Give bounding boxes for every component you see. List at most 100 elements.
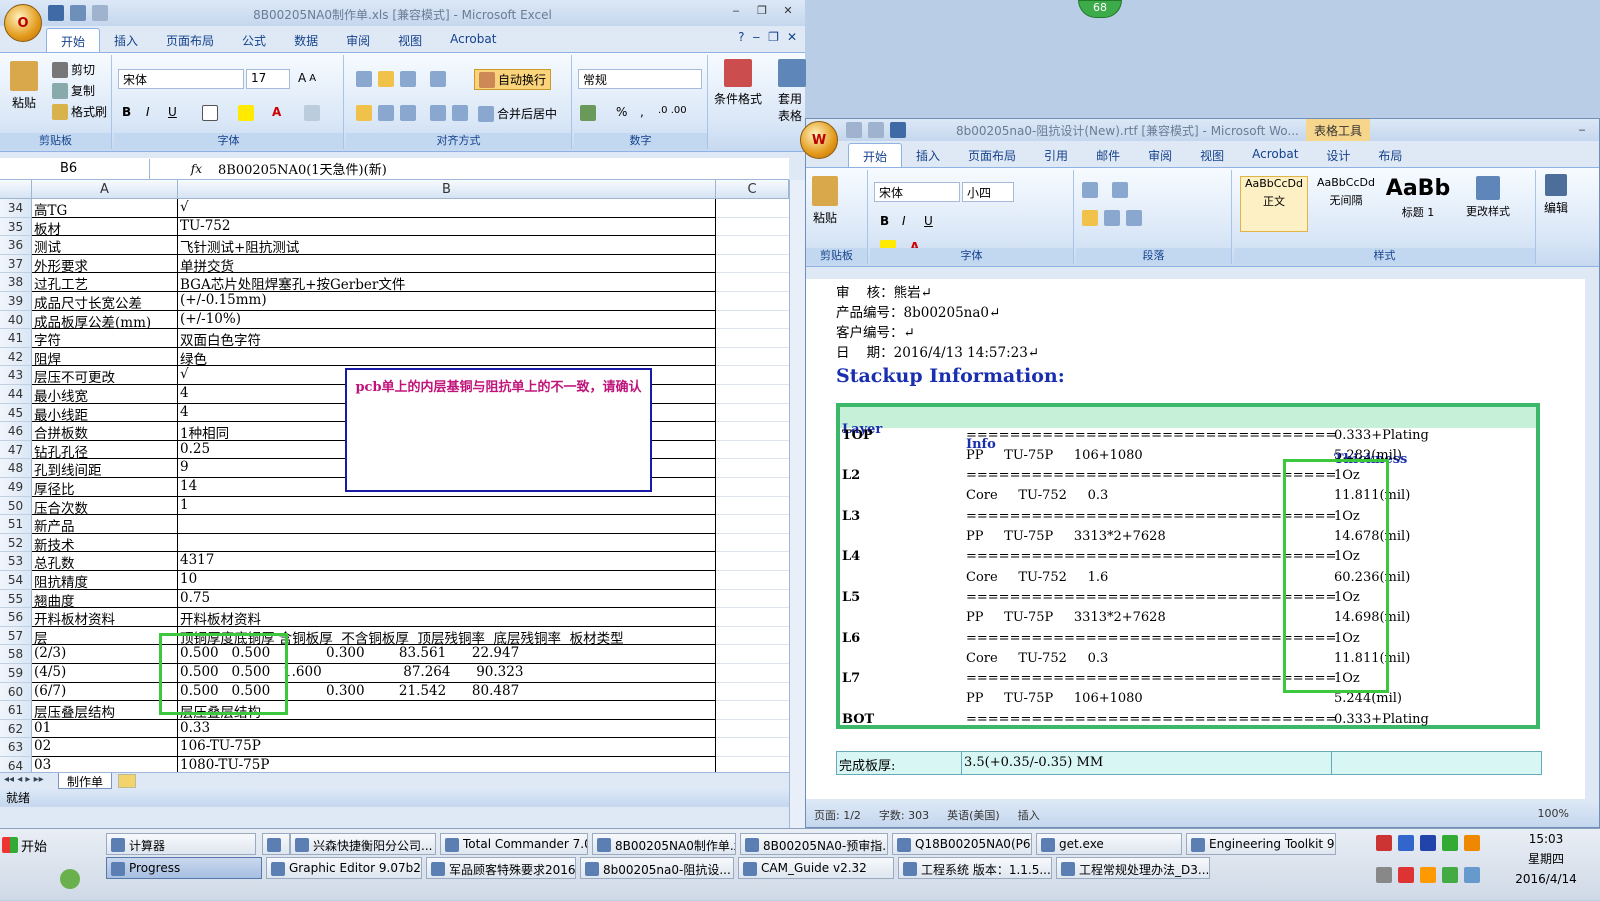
cell-c[interactable] <box>716 348 789 367</box>
word-tab-review[interactable]: 审阅 <box>1134 143 1186 169</box>
formula-input[interactable]: 8B00205NA0(1天急件)(新) <box>210 159 387 178</box>
ribbon-minimize-icon[interactable]: ‒ <box>753 30 761 44</box>
decimal-buttons[interactable]: .0 .00 <box>658 105 687 116</box>
numbering-icon[interactable] <box>1112 182 1128 198</box>
cell-a[interactable]: 新技术 <box>32 533 178 554</box>
cell-a[interactable]: (2/3) <box>32 645 178 664</box>
row-number[interactable]: 60 <box>0 682 32 702</box>
cell-c[interactable] <box>716 311 789 330</box>
column-header-b[interactable]: B <box>178 180 716 199</box>
cell-c[interactable] <box>716 683 789 702</box>
word-tab-acrobat[interactable]: Acrobat <box>1238 143 1312 169</box>
cell-a[interactable]: 阻焊 <box>32 347 178 368</box>
tray-app-icon[interactable] <box>1464 835 1480 851</box>
decrease-indent-icon[interactable] <box>430 105 446 121</box>
row-number[interactable]: 40 <box>0 310 32 330</box>
tab-insert[interactable]: 插入 <box>100 28 152 54</box>
format-as-table-button[interactable]: 套用表格 <box>778 59 806 124</box>
row-number[interactable]: 59 <box>0 664 32 683</box>
cell-a[interactable]: 层 <box>32 626 178 647</box>
merge-center-button[interactable]: 合并后居中 <box>478 105 557 122</box>
row-number[interactable]: 48 <box>0 459 32 478</box>
start-button[interactable]: 开始 <box>2 833 52 857</box>
row-number[interactable]: 35 <box>0 217 32 237</box>
cell-a[interactable]: 测试 <box>32 236 178 256</box>
cell-c[interactable] <box>716 571 789 590</box>
counter-badge[interactable]: 68 <box>1078 0 1122 18</box>
tray-bluetooth-icon[interactable] <box>1420 835 1436 851</box>
word-tab-design[interactable]: 设计 <box>1312 143 1364 169</box>
change-styles-button[interactable]: 更改样式 <box>1466 176 1510 219</box>
italic-button[interactable]: I <box>146 105 150 119</box>
cell-a[interactable]: 厚径比 <box>32 478 178 498</box>
tray-alert-icon[interactable] <box>1420 867 1436 883</box>
percent-button[interactable]: % <box>616 105 627 119</box>
word-tab-page-layout[interactable]: 页面布局 <box>954 143 1030 169</box>
taskbar-button[interactable] <box>262 833 290 855</box>
cell-a[interactable]: 孔到线间距 <box>32 459 178 479</box>
style-no-spacing[interactable]: AaBbCcDd 无间隔 <box>1312 176 1380 232</box>
taskbar-button[interactable]: get.exe <box>1036 833 1182 855</box>
cell-b[interactable]: (+/-0.15mm) <box>178 292 716 311</box>
row-number[interactable]: 55 <box>0 589 32 609</box>
copy-button[interactable]: 复制 <box>52 82 95 99</box>
tab-data[interactable]: 数据 <box>280 28 332 54</box>
cell-c[interactable] <box>716 385 789 404</box>
taskbar-button[interactable]: 计算器 <box>106 833 256 855</box>
taskbar-button[interactable]: Graphic Editor 9.07b2 (0... <box>266 857 422 879</box>
row-number[interactable]: 62 <box>0 719 32 739</box>
phonetic-button[interactable] <box>304 105 320 121</box>
cell-a[interactable]: 字符 <box>32 329 178 349</box>
tray-network-icon[interactable] <box>1398 835 1414 851</box>
row-number[interactable]: 58 <box>0 645 32 664</box>
taskbar-button[interactable]: 军品顾客特殊要求2016... <box>426 857 576 879</box>
row-number[interactable]: 54 <box>0 571 32 590</box>
restore-icon[interactable]: ❐ <box>768 30 779 44</box>
select-all-corner[interactable] <box>0 180 32 199</box>
cell-a[interactable]: 层压叠层结构 <box>32 701 178 721</box>
font-name-select[interactable]: 宋体 <box>118 69 244 89</box>
tray-close-icon[interactable] <box>1376 835 1392 851</box>
fill-color-button[interactable] <box>238 105 254 121</box>
row-number[interactable]: 64 <box>0 757 32 772</box>
cell-b[interactable]: 4317 <box>178 552 716 571</box>
cell-a[interactable]: 成品板厚公差(mm) <box>32 310 178 331</box>
excel-vertical-scrollbar[interactable] <box>789 180 805 828</box>
cell-c[interactable] <box>716 236 789 255</box>
row-number[interactable]: 46 <box>0 422 32 441</box>
word-underline-button[interactable]: U <box>924 214 933 228</box>
cell-a[interactable]: 过孔工艺 <box>32 273 178 293</box>
column-header-c[interactable]: C <box>716 180 789 199</box>
row-number[interactable]: 39 <box>0 292 32 311</box>
tab-review[interactable]: 审阅 <box>332 28 384 54</box>
row-number[interactable]: 41 <box>0 329 32 348</box>
new-sheet-icon[interactable] <box>118 774 136 788</box>
cell-c[interactable] <box>716 329 789 348</box>
cell-c[interactable] <box>716 757 789 772</box>
tab-formulas[interactable]: 公式 <box>228 28 280 54</box>
align-right-icon[interactable] <box>400 105 416 121</box>
sheet-tab[interactable]: 制作单 <box>58 773 113 789</box>
taskbar-button[interactable]: 8B00205NA0制作单.xl... <box>592 833 736 855</box>
word-minimize-icon[interactable]: ‒ <box>1571 123 1593 139</box>
taskbar-button[interactable]: 8b00205na0-阻抗设... <box>580 857 734 879</box>
align-middle-icon[interactable] <box>378 71 394 87</box>
word-document[interactable]: 审 核：熊岩↵ 产品编号：8b00205na0↵ 客户编号：↵ 日 期：2016… <box>806 279 1585 799</box>
cell-b[interactable]: 0.75 <box>178 589 716 609</box>
cell-c[interactable] <box>716 590 789 609</box>
bold-button[interactable]: B <box>122 105 131 119</box>
cell-a[interactable]: 最小线宽 <box>32 385 178 405</box>
taskbar-button[interactable]: Progress <box>106 857 262 879</box>
row-number[interactable]: 61 <box>0 701 32 720</box>
word-tab-references[interactable]: 引用 <box>1030 143 1082 169</box>
editing-button[interactable]: 编辑 <box>1544 174 1568 216</box>
cell-a[interactable]: 钻孔孔径 <box>32 440 178 461</box>
cell-b[interactable]: 1 <box>178 496 716 516</box>
status-language[interactable]: 英语(美国) <box>947 807 1000 827</box>
cell-a[interactable]: (4/5) <box>32 664 178 683</box>
taskbar-button[interactable]: 兴森快捷衡阳分公司... <box>290 833 436 855</box>
office-button[interactable]: O <box>4 4 42 42</box>
cell-c[interactable] <box>716 478 789 497</box>
cell-a[interactable]: 02 <box>32 738 178 757</box>
word-font-name-select[interactable]: 宋体 <box>874 182 960 202</box>
